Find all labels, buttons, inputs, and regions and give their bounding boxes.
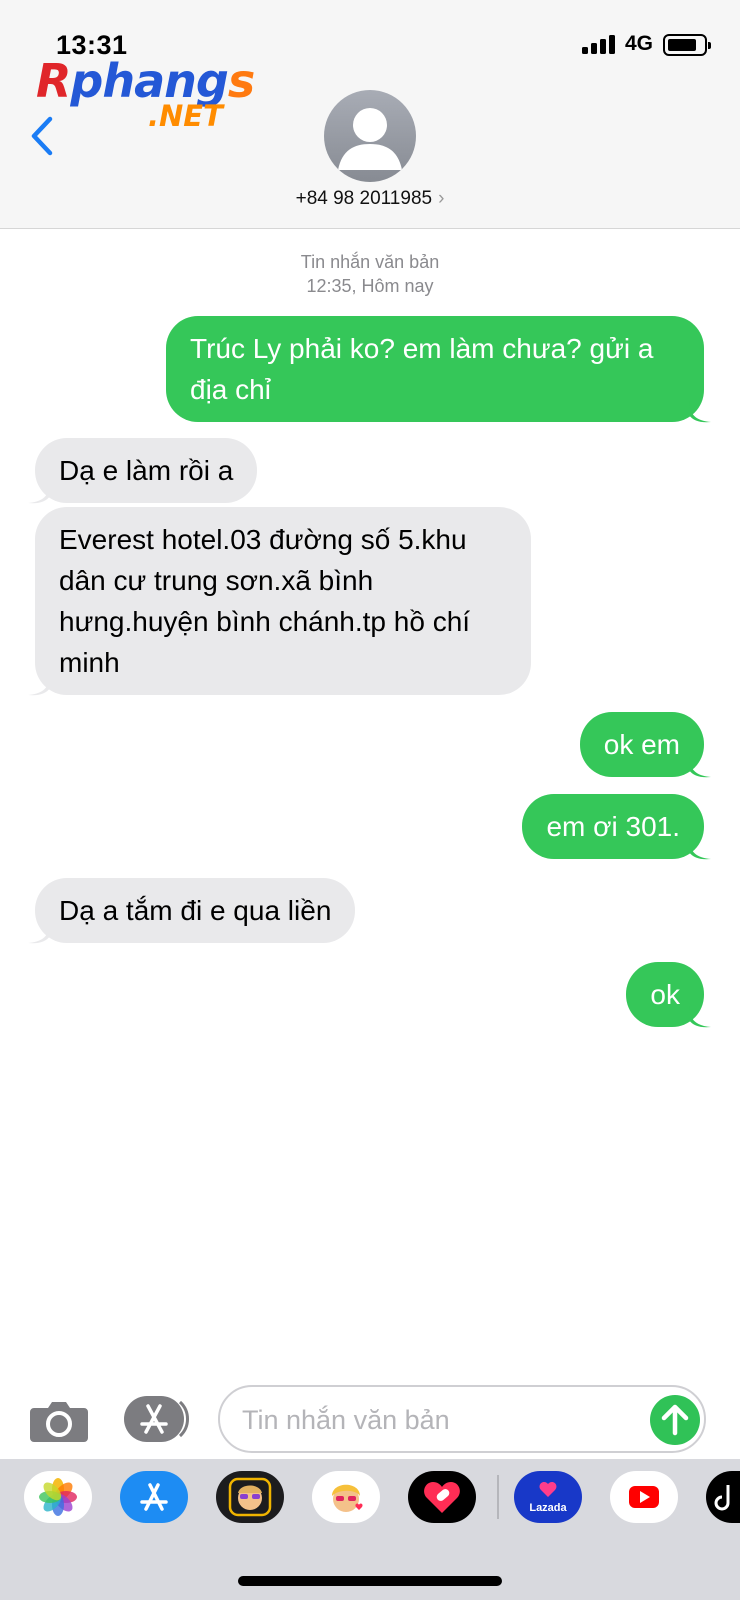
photos-app-icon[interactable] [24, 1471, 92, 1523]
camera-icon[interactable] [30, 1398, 88, 1442]
network-type: 4G [625, 32, 654, 55]
youtube-app-icon[interactable] [610, 1471, 678, 1523]
message-type-label: Tin nhắn văn bản [300, 252, 440, 272]
send-arrow-icon[interactable] [650, 1395, 700, 1445]
watermark-logo: Rphangs .NET [36, 54, 255, 133]
app-store-apps-icon[interactable] [124, 1396, 190, 1442]
message-text: Trúc Ly phải ko? em làm chưa? gửi a địa … [190, 333, 654, 405]
message-text: em ơi 301. [546, 811, 680, 842]
message-bubble-sent[interactable]: ok em [579, 712, 711, 778]
message-text: ok [650, 979, 680, 1010]
message-bubble-received[interactable]: Dạ a tắm đi e qua liền [28, 878, 356, 944]
memoji-app-icon[interactable] [216, 1471, 284, 1523]
chevron-right-icon: › [438, 188, 445, 209]
drawer-divider [497, 1475, 499, 1519]
message-bubble-received[interactable]: Dạ e làm rồi a [28, 438, 258, 504]
lazada-app-icon[interactable]: Lazada [514, 1471, 582, 1523]
message-input-container [218, 1385, 706, 1453]
lazada-label: Lazada [529, 1502, 567, 1514]
message-text: ok em [603, 729, 680, 760]
message-text: Everest hotel.03 đường số 5.khu dân cư t… [59, 524, 471, 678]
contact-avatar[interactable] [324, 90, 416, 182]
message-bubble-sent[interactable]: Trúc Ly phải ko? em làm chưa? gửi a địa … [166, 316, 711, 423]
message-input[interactable] [242, 1401, 622, 1439]
message-bubble-sent[interactable]: em ơi 301. [522, 794, 711, 860]
back-chevron-icon[interactable] [26, 114, 58, 158]
message-text: Dạ a tắm đi e qua liền [59, 895, 332, 926]
memoji-stickers-app-icon[interactable] [312, 1471, 380, 1523]
app-store-app-icon[interactable] [120, 1471, 188, 1523]
conversation-header: 13:31 4G Rphangs .NET +84 98 2011985 › [0, 0, 740, 229]
contact-name[interactable]: +84 98 2011985 › [0, 188, 740, 210]
battery-icon [663, 34, 711, 56]
message-text: Dạ e làm rồi a [59, 455, 234, 486]
tiktok-app-icon[interactable] [706, 1471, 740, 1523]
message-bubble-sent[interactable]: ok [626, 962, 711, 1028]
heart-sticker-app-icon[interactable] [408, 1471, 476, 1523]
home-indicator[interactable] [238, 1576, 502, 1586]
message-timestamp: 12:35, Hôm nay [306, 276, 434, 296]
cellular-signal-icon [582, 34, 616, 54]
message-bubble-received[interactable]: Everest hotel.03 đường số 5.khu dân cư t… [28, 507, 531, 696]
